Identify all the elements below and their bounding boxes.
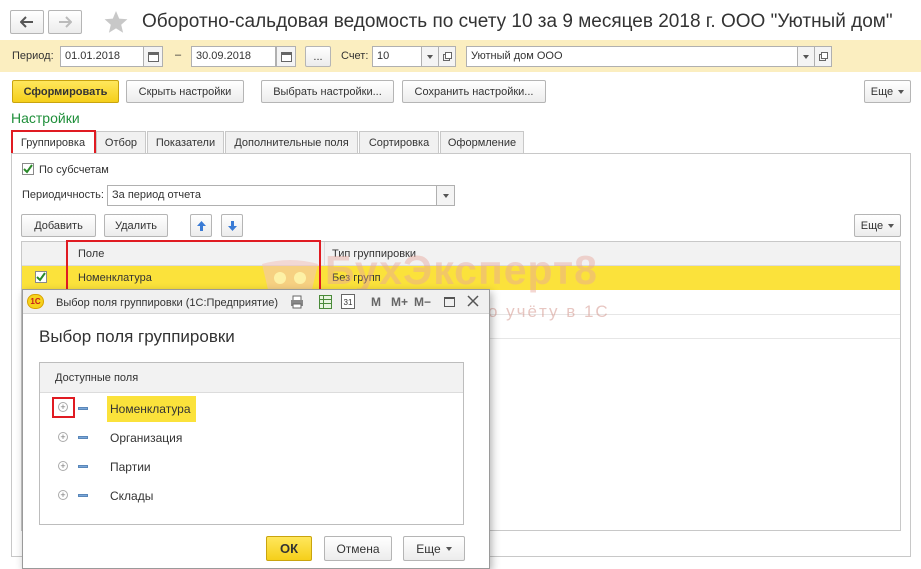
by-subaccounts-checkbox[interactable] <box>22 163 34 175</box>
open-icon <box>442 52 452 61</box>
dropdown-arrow-icon <box>427 54 433 59</box>
memory-minus-icon[interactable]: M− <box>414 295 431 309</box>
forward-button[interactable] <box>48 10 82 34</box>
organization-open-button[interactable] <box>814 46 832 67</box>
period-from-field[interactable]: 01.01.2018 <box>60 46 144 67</box>
tab-additional-fields[interactable]: Дополнительные поля <box>225 131 358 153</box>
periodicity-field[interactable]: За период отчета <box>107 185 437 206</box>
period-dash: – <box>175 49 182 61</box>
period-to-calendar-button[interactable] <box>276 46 296 67</box>
arrow-down-icon <box>227 220 237 231</box>
calendar-icon <box>280 52 292 62</box>
memory-icon[interactable]: M <box>371 295 381 309</box>
open-icon <box>818 52 828 61</box>
generate-button[interactable]: Сформировать <box>12 80 119 103</box>
choose-settings-button[interactable]: Выбрать настройки... <box>261 80 394 103</box>
panel-more-button[interactable]: Еще <box>854 214 901 237</box>
dropdown-arrow-icon <box>898 89 905 94</box>
dialog-heading: Выбор поля группировки <box>39 327 235 346</box>
field-type-icon <box>78 407 88 410</box>
period-to-field[interactable]: 30.09.2018 <box>191 46 276 67</box>
calendar-day: 31 <box>343 298 353 307</box>
hide-settings-button[interactable]: Скрыть настройки <box>126 80 244 103</box>
back-button[interactable] <box>10 10 44 34</box>
more-label: Еще <box>870 85 894 98</box>
period-from-calendar-button[interactable] <box>143 46 163 67</box>
row-use-checkbox[interactable] <box>35 271 47 283</box>
toolbar-more-button[interactable]: Еще <box>864 80 911 103</box>
ok-button[interactable]: ОК <box>266 536 312 561</box>
account-label: Счет: <box>341 50 369 62</box>
calendar-icon[interactable]: 31 <box>341 294 355 309</box>
expand-icon[interactable]: + <box>58 461 68 471</box>
dropdown-arrow-icon <box>445 546 452 551</box>
dropdown-arrow-icon <box>803 54 809 59</box>
dialog-more-button[interactable]: Еще <box>403 536 465 561</box>
period-label: Период: <box>12 50 54 62</box>
list-item-label: Номенклатура <box>110 402 191 416</box>
favorite-star-icon[interactable] <box>103 9 129 35</box>
tab-filter[interactable]: Отбор <box>96 131 146 153</box>
available-fields-header-label: Доступные поля <box>55 372 139 384</box>
expand-icon[interactable]: + <box>58 432 68 442</box>
save-settings-button[interactable]: Сохранить настройки... <box>402 80 546 103</box>
tab-indicators[interactable]: Показатели <box>147 131 224 153</box>
list-item-label[interactable]: Партии <box>110 460 151 474</box>
arrow-right-icon <box>59 16 72 28</box>
periodicity-dropdown-button[interactable] <box>436 185 455 206</box>
print-icon[interactable] <box>290 295 304 309</box>
cancel-button[interactable]: Отмена <box>324 536 392 561</box>
maximize-icon[interactable] <box>444 297 455 307</box>
account-dropdown-button[interactable] <box>421 46 439 67</box>
arrow-left-icon <box>20 16 33 28</box>
field-type-icon <box>78 436 88 439</box>
more-label: Еще <box>860 219 884 232</box>
expand-icon-highlight <box>52 397 75 418</box>
1c-logo-text: 1С <box>30 297 41 306</box>
sheet-icon[interactable] <box>319 295 332 309</box>
more-label: Еще <box>416 541 441 556</box>
by-subaccounts-label: По субсчетам <box>39 164 109 176</box>
memory-plus-icon[interactable]: M+ <box>391 295 408 309</box>
close-icon[interactable] <box>467 295 479 307</box>
move-down-button[interactable] <box>221 214 243 237</box>
account-open-button[interactable] <box>438 46 456 67</box>
watermark-brand: БухЭксперт8 <box>325 247 598 293</box>
list-item-label[interactable]: Организация <box>110 431 182 445</box>
delete-button[interactable]: Удалить <box>104 214 168 237</box>
expand-icon[interactable]: + <box>58 490 68 500</box>
dropdown-arrow-icon <box>888 223 895 228</box>
tab-appearance[interactable]: Оформление <box>440 131 524 153</box>
field-type-icon <box>78 465 88 468</box>
dialog-title: Выбор поля группировки (1С:Предприятие) <box>56 297 278 309</box>
dropdown-arrow-icon <box>442 193 449 198</box>
settings-heading: Настройки <box>11 110 80 126</box>
calendar-icon <box>147 52 159 62</box>
1c-logo-icon: 1С <box>27 294 44 309</box>
move-up-button[interactable] <box>190 214 212 237</box>
checkmark-icon <box>36 272 46 282</box>
organization-field[interactable]: Уютный дом ООО <box>466 46 798 67</box>
period-choose-button[interactable]: ... <box>305 46 331 67</box>
field-type-icon <box>78 494 88 497</box>
add-button[interactable]: Добавить <box>21 214 96 237</box>
arrow-up-icon <box>196 220 206 231</box>
checkmark-icon <box>23 164 33 174</box>
window-title: Оборотно-сальдовая ведомость по счету 10… <box>142 11 893 32</box>
periodicity-label: Периодичность: <box>22 189 104 201</box>
account-field[interactable]: 10 <box>372 46 422 67</box>
list-item-label[interactable]: Склады <box>110 489 153 503</box>
tab-sorting[interactable]: Сортировка <box>359 131 439 153</box>
organization-dropdown-button[interactable] <box>797 46 815 67</box>
